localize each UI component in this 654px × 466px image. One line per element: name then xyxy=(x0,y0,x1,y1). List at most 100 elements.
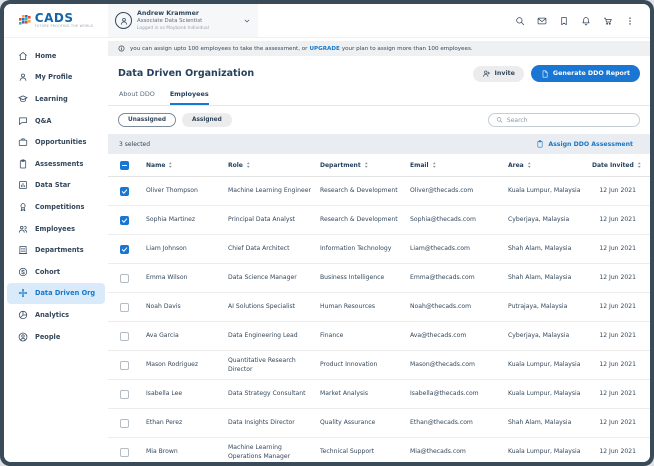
more-icon[interactable] xyxy=(625,16,635,26)
row-checkbox[interactable] xyxy=(120,332,129,341)
cell-area: Shah Alam, Malaysia xyxy=(508,415,590,430)
sidebar-item-cohort[interactable]: Cohort xyxy=(7,261,105,283)
assign-ddo-assessment-button[interactable]: Assign DDO Assessment xyxy=(530,139,639,149)
person-circle-icon xyxy=(18,332,28,342)
cell-name: Ethan Perez xyxy=(146,415,226,430)
chip-unassigned[interactable]: Unassigned xyxy=(118,113,176,127)
cell-email: Ethan@thecads.com xyxy=(410,415,506,430)
sort-icon[interactable] xyxy=(432,162,437,168)
cell-area: Kuala Lumpur, Malaysia xyxy=(508,357,590,372)
row-checkbox[interactable] xyxy=(120,303,129,312)
table-row[interactable]: Emma WilsonData Science ManagerBusiness … xyxy=(108,264,650,293)
cell-email: Noah@thecads.com xyxy=(410,299,506,314)
column-header-date-invited[interactable]: Date Invited xyxy=(592,162,641,169)
cell-department: Finance xyxy=(320,328,408,343)
sidebar-item-data-driven-org[interactable]: Data Driven Org xyxy=(7,283,105,305)
cell-area: Kuala Lumpur, Malaysia xyxy=(508,444,590,459)
sidebar-item-opportunities[interactable]: Opportunities xyxy=(7,131,105,153)
table-row[interactable]: Liam JohnsonChief Data ArchitectInformat… xyxy=(108,235,650,264)
sort-icon[interactable] xyxy=(246,162,251,168)
search-input[interactable] xyxy=(507,117,632,124)
search-box[interactable] xyxy=(488,113,640,127)
mail-icon[interactable] xyxy=(537,16,547,26)
cart-icon[interactable] xyxy=(603,16,613,26)
cell-area: Cyberjaya, Malaysia xyxy=(508,328,590,343)
row-checkbox[interactable] xyxy=(120,390,129,399)
table-row[interactable]: Noah DavisAI Solutions SpecialistHuman R… xyxy=(108,293,650,322)
search-icon[interactable] xyxy=(515,16,525,26)
cads-logo[interactable]: CADS FUTURE PROOFING THE WORLD xyxy=(4,4,108,37)
column-header-role[interactable]: Role xyxy=(228,162,318,169)
column-header-name[interactable]: Name xyxy=(146,162,226,169)
select-all-checkbox[interactable] xyxy=(120,161,129,170)
cell-date-invited: 12 Jun 2021 xyxy=(592,444,638,459)
medal-icon xyxy=(18,202,28,212)
invite-button[interactable]: Invite xyxy=(473,66,524,82)
column-header-email[interactable]: Email xyxy=(410,162,506,169)
sidebar-item-q-a[interactable]: Q&A xyxy=(7,110,105,132)
sort-icon[interactable] xyxy=(364,162,369,168)
row-checkbox[interactable] xyxy=(120,361,129,370)
sidebar-item-label: People xyxy=(35,333,60,341)
cell-email: Isabella@thecads.com xyxy=(410,386,506,401)
cell-area: Shah Alam, Malaysia xyxy=(508,241,590,256)
column-header-area[interactable]: Area xyxy=(508,162,590,169)
column-header-department[interactable]: Department xyxy=(320,162,408,169)
row-checkbox[interactable] xyxy=(120,274,129,283)
sidebar-item-label: Home xyxy=(35,52,56,60)
table-row[interactable]: Sophia MartinezPrincipal Data AnalystRes… xyxy=(108,206,650,235)
cell-department: Quality Assurance xyxy=(320,415,408,430)
cell-date-invited: 12 Jun 2021 xyxy=(592,270,638,285)
sidebar-item-home[interactable]: Home xyxy=(7,45,105,67)
person-icon xyxy=(18,72,28,82)
sidebar-item-analytics[interactable]: Analytics xyxy=(7,304,105,326)
sidebar-item-departments[interactable]: Departments xyxy=(7,239,105,261)
cell-name: Liam Johnson xyxy=(146,241,226,256)
employees-table: NameRoleDepartmentEmailAreaDate Invited O… xyxy=(108,154,650,462)
top-icon-bar xyxy=(515,4,650,37)
table-row[interactable]: Oliver ThompsonMachine Learning Engineer… xyxy=(108,177,650,206)
tab-employees[interactable]: Employees xyxy=(170,90,209,105)
sidebar-item-assessments[interactable]: Assessments xyxy=(7,153,105,175)
tab-about-ddo[interactable]: About DDO xyxy=(119,90,155,105)
sidebar-item-employees[interactable]: Employees xyxy=(7,218,105,240)
document-icon xyxy=(541,70,549,78)
generate-ddo-report-button[interactable]: Generate DDO Report xyxy=(531,65,640,82)
sidebar-item-people[interactable]: People xyxy=(7,326,105,348)
sort-icon[interactable] xyxy=(527,162,532,168)
sidebar-item-my-profile[interactable]: My Profile xyxy=(7,67,105,89)
row-checkbox[interactable] xyxy=(120,419,129,428)
table-row[interactable]: Ethan PerezData Insights DirectorQuality… xyxy=(108,409,650,438)
cell-email: Oliver@thecads.com xyxy=(410,183,506,198)
home-icon xyxy=(18,51,28,61)
table-row[interactable]: Mason RodriguezQuantitative Research Dir… xyxy=(108,351,650,380)
row-checkbox[interactable] xyxy=(120,216,129,225)
sidebar-item-learning[interactable]: Learning xyxy=(7,88,105,110)
row-checkbox[interactable] xyxy=(120,448,129,457)
cell-department: Human Resources xyxy=(320,299,408,314)
table-row[interactable]: Isabella LeeData Strategy ConsultantMark… xyxy=(108,380,650,409)
cell-role: Data Insights Director xyxy=(228,415,318,430)
table-row[interactable]: Ava GarciaData Engineering LeadFinanceAv… xyxy=(108,322,650,351)
sort-icon[interactable] xyxy=(168,162,173,168)
chip-assigned[interactable]: Assigned xyxy=(182,113,232,127)
people-icon xyxy=(18,224,28,234)
upgrade-link[interactable]: UPGRADE xyxy=(309,46,339,52)
sidebar-item-competitions[interactable]: Competitions xyxy=(7,196,105,218)
selection-bar: 3 selected Assign DDO Assessment xyxy=(108,134,650,154)
assignment-limit-banner: you can assign upto 100 employees to tak… xyxy=(108,41,650,56)
app-root: CADS FUTURE PROOFING THE WORLD Andrew Kr… xyxy=(4,4,650,462)
row-checkbox[interactable] xyxy=(120,187,129,196)
sort-icon[interactable] xyxy=(637,162,642,168)
bell-icon[interactable] xyxy=(581,16,591,26)
table-row[interactable]: Mia BrownMachine Learning Operations Man… xyxy=(108,438,650,462)
sidebar-item-data-star[interactable]: Data Star xyxy=(7,175,105,197)
briefcase-icon xyxy=(18,137,28,147)
user-menu[interactable]: Andrew Krammer Associate Data Scientist … xyxy=(108,4,258,37)
sidebar-item-label: Competitions xyxy=(35,203,84,211)
user-role: Associate Data Scientist xyxy=(137,18,238,25)
bookmark-icon[interactable] xyxy=(559,16,569,26)
row-checkbox[interactable] xyxy=(120,245,129,254)
sidebar: Home My ProfileLearningQ&AOpportunitiesAs… xyxy=(4,38,108,462)
cell-area: Kuala Lumpur, Malaysia xyxy=(508,183,590,198)
